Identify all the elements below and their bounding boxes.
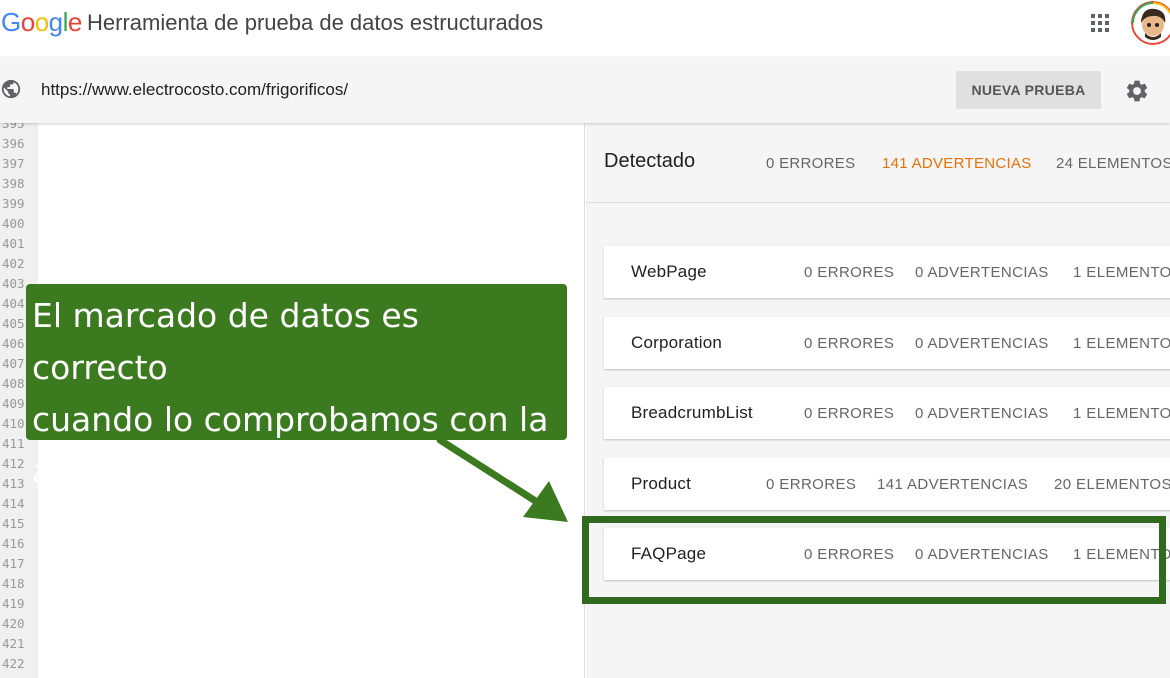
gear-icon[interactable] <box>1124 78 1150 104</box>
line-number: 395 <box>2 123 25 131</box>
result-row-items: 1 ELEMENTO <box>1073 335 1170 352</box>
logo-letter: G <box>1 7 21 37</box>
result-row-corporation[interactable]: Corporation 0 ERRORES 0 ADVERTENCIAS 1 ELEM… <box>604 317 1170 369</box>
line-number: 419 <box>2 596 25 611</box>
apps-grid-icon[interactable] <box>1090 13 1110 33</box>
result-row-warnings: 0 ADVERTENCIAS <box>915 264 1049 281</box>
result-row-name: Product <box>631 474 691 493</box>
line-number: 396 <box>2 136 25 151</box>
line-number: 418 <box>2 576 25 591</box>
result-row-breadcrumblist[interactable]: BreadcrumbList 0 ERRORES 0 ADVERTENCIAS 1 E… <box>604 387 1170 439</box>
line-number: 417 <box>2 556 25 571</box>
callout-line-2: cuando lo comprobamos con la <box>32 400 549 439</box>
result-row-webpage[interactable]: WebPage 0 ERRORES 0 ADVERTENCIAS 1 ELEMENTO <box>604 246 1170 298</box>
line-number: 402 <box>2 256 25 271</box>
line-number: 413 <box>2 476 25 491</box>
result-row-warnings: 141 ADVERTENCIAS <box>877 476 1029 493</box>
total-items[interactable]: 24 ELEMENTOS <box>1056 155 1170 172</box>
line-number: 415 <box>2 516 25 531</box>
logo-letter: o <box>34 7 49 37</box>
result-row-name: WebPage <box>631 262 707 281</box>
line-number: 398 <box>2 176 25 191</box>
annotation-callout: El marcado de datos es correcto cuando l… <box>26 284 567 491</box>
logo-letter: o <box>20 7 35 37</box>
result-row-items: 1 ELEMENTO <box>1073 264 1170 281</box>
detected-summary: Detectado 0 ERRORES 141 ADVERTENCIAS 24 … <box>586 123 1170 203</box>
line-number: 400 <box>2 216 25 231</box>
total-warnings[interactable]: 141 ADVERTENCIAS <box>882 155 1032 172</box>
result-row-warnings: 0 ADVERTENCIAS <box>915 335 1049 352</box>
url-bar: https://www.electrocosto.com/frigorifico… <box>0 57 1170 123</box>
total-errors[interactable]: 0 ERRORES <box>766 155 855 172</box>
url-input[interactable]: https://www.electrocosto.com/frigorifico… <box>41 80 348 100</box>
globe-icon <box>1 79 21 99</box>
logo-letter: g <box>48 7 63 37</box>
result-row-name: BreadcrumbList <box>631 403 753 422</box>
line-number: 416 <box>2 536 25 551</box>
result-row-warnings: 0 ADVERTENCIAS <box>915 405 1049 422</box>
result-row-errors: 0 ERRORES <box>804 405 895 422</box>
result-row-name: Corporation <box>631 333 723 352</box>
line-number: 412 <box>2 456 25 471</box>
logo-letter: e <box>67 7 82 37</box>
result-row-product[interactable]: Product 0 ERRORES 141 ADVERTENCIAS 20 ELEME… <box>604 458 1170 510</box>
avatar[interactable] <box>1131 1 1170 45</box>
detected-title: Detectado <box>604 150 696 172</box>
result-row-errors: 0 ERRORES <box>766 476 857 493</box>
line-number: 420 <box>2 616 25 631</box>
result-row-items: 1 ELEMENTO <box>1073 405 1170 422</box>
line-number: 414 <box>2 496 25 511</box>
callout-line-3: antigua herramienta <box>32 452 372 491</box>
google-logo[interactable]: Google <box>1 7 82 38</box>
line-number: 421 <box>2 636 25 651</box>
result-row-items: 20 ELEMENTOS <box>1054 476 1170 493</box>
line-number: 401 <box>2 236 25 251</box>
line-number: 397 <box>2 156 25 171</box>
faqpage-highlight-box <box>582 516 1166 604</box>
result-row-errors: 0 ERRORES <box>804 264 895 281</box>
line-number: 399 <box>2 196 25 211</box>
callout-line-1: El marcado de datos es correcto <box>32 296 419 387</box>
result-row-errors: 0 ERRORES <box>804 335 895 352</box>
app-header: Google Herramienta de prueba de datos es… <box>0 0 1170 57</box>
line-number: 422 <box>2 656 25 671</box>
new-test-button[interactable]: NUEVA PRUEBA <box>956 71 1101 109</box>
page-title: Herramienta de prueba de datos estructur… <box>87 10 544 35</box>
